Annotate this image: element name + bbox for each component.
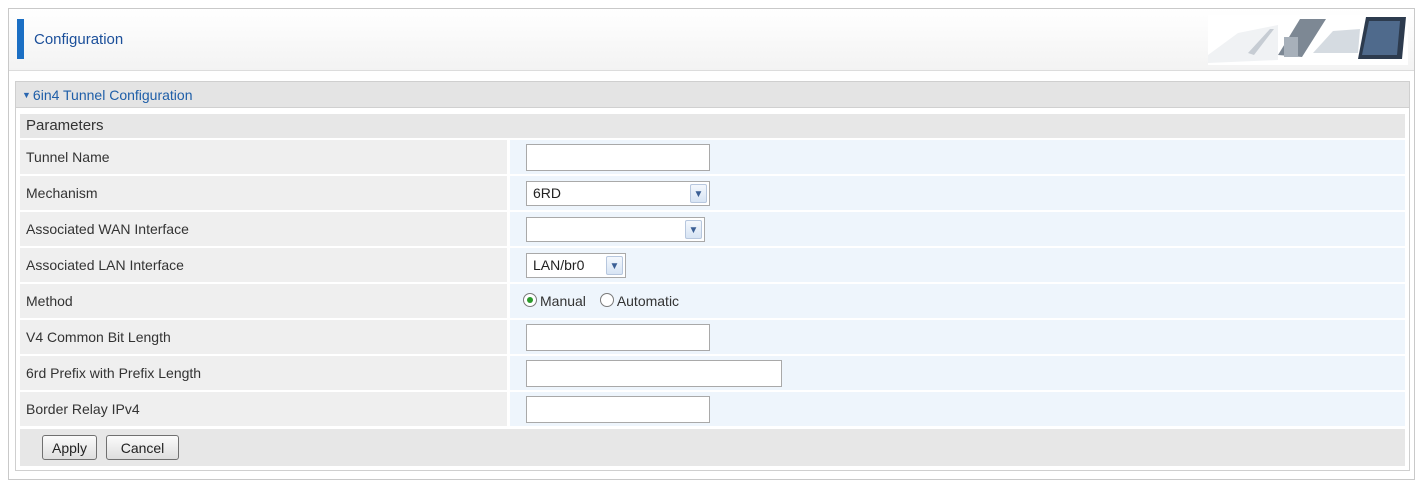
wan-interface-select[interactable]: ▼: [526, 217, 705, 242]
mechanism-row: Mechanism 6RD ▼: [20, 176, 1405, 210]
method-automatic-label[interactable]: Automatic: [617, 293, 679, 309]
v4-common-bit-length-input[interactable]: [526, 324, 710, 351]
header-accent-bar: [17, 19, 24, 59]
method-radio-group: Manual Automatic: [523, 284, 689, 318]
triangle-down-icon[interactable]: ▼: [22, 90, 31, 100]
apply-button[interactable]: Apply: [42, 435, 97, 460]
method-automatic-radio[interactable]: [599, 293, 614, 308]
method-manual-label[interactable]: Manual: [540, 293, 586, 309]
method-row: Method Manual Automatic: [20, 284, 1405, 318]
chevron-down-icon[interactable]: ▼: [685, 220, 702, 239]
tunnel-name-label: Tunnel Name: [20, 140, 507, 174]
method-manual-radio[interactable]: [523, 293, 537, 308]
page-frame: Configuration ▼ 6in4 Tunnel Configuration…: [8, 8, 1415, 480]
mechanism-select-value: 6RD: [533, 185, 562, 201]
method-label: Method: [20, 284, 507, 318]
v4-common-bit-length-label: V4 Common Bit Length: [20, 320, 507, 354]
tunnel-name-row: Tunnel Name: [20, 140, 1405, 174]
page-header: Configuration: [9, 9, 1414, 71]
lan-interface-select[interactable]: LAN/br0 ▼: [526, 253, 626, 278]
6rd-prefix-label: 6rd Prefix with Prefix Length: [20, 356, 507, 390]
tunnel-name-input[interactable]: [526, 144, 710, 171]
parameters-heading: Parameters: [20, 114, 1405, 138]
page-title: Configuration: [34, 31, 124, 48]
section-header[interactable]: ▼ 6in4 Tunnel Configuration: [16, 82, 1409, 108]
border-relay-label: Border Relay IPv4: [20, 392, 507, 426]
6rd-prefix-input[interactable]: [526, 360, 782, 387]
border-relay-row: Border Relay IPv4: [20, 392, 1405, 426]
wan-interface-label: Associated WAN Interface: [20, 212, 507, 246]
mechanism-label: Mechanism: [20, 176, 507, 210]
lan-interface-select-value: LAN/br0: [533, 257, 585, 273]
6rd-prefix-row: 6rd Prefix with Prefix Length: [20, 356, 1405, 390]
chevron-down-icon[interactable]: ▼: [690, 184, 707, 203]
section-title[interactable]: 6in4 Tunnel Configuration: [33, 87, 193, 103]
mechanism-select[interactable]: 6RD ▼: [526, 181, 710, 206]
border-relay-input[interactable]: [526, 396, 710, 423]
chevron-down-icon[interactable]: ▼: [606, 256, 623, 275]
lan-interface-row: Associated LAN Interface LAN/br0 ▼: [20, 248, 1405, 282]
lan-interface-label: Associated LAN Interface: [20, 248, 507, 282]
header-banner-image: [1208, 15, 1408, 65]
tunnel-config-section: ▼ 6in4 Tunnel Configuration Parameters Tu…: [15, 81, 1410, 471]
cancel-button[interactable]: Cancel: [106, 435, 179, 460]
wan-interface-row: Associated WAN Interface ▼: [20, 212, 1405, 246]
button-bar: Apply Cancel: [20, 429, 1405, 466]
v4-common-bit-length-row: V4 Common Bit Length: [20, 320, 1405, 354]
